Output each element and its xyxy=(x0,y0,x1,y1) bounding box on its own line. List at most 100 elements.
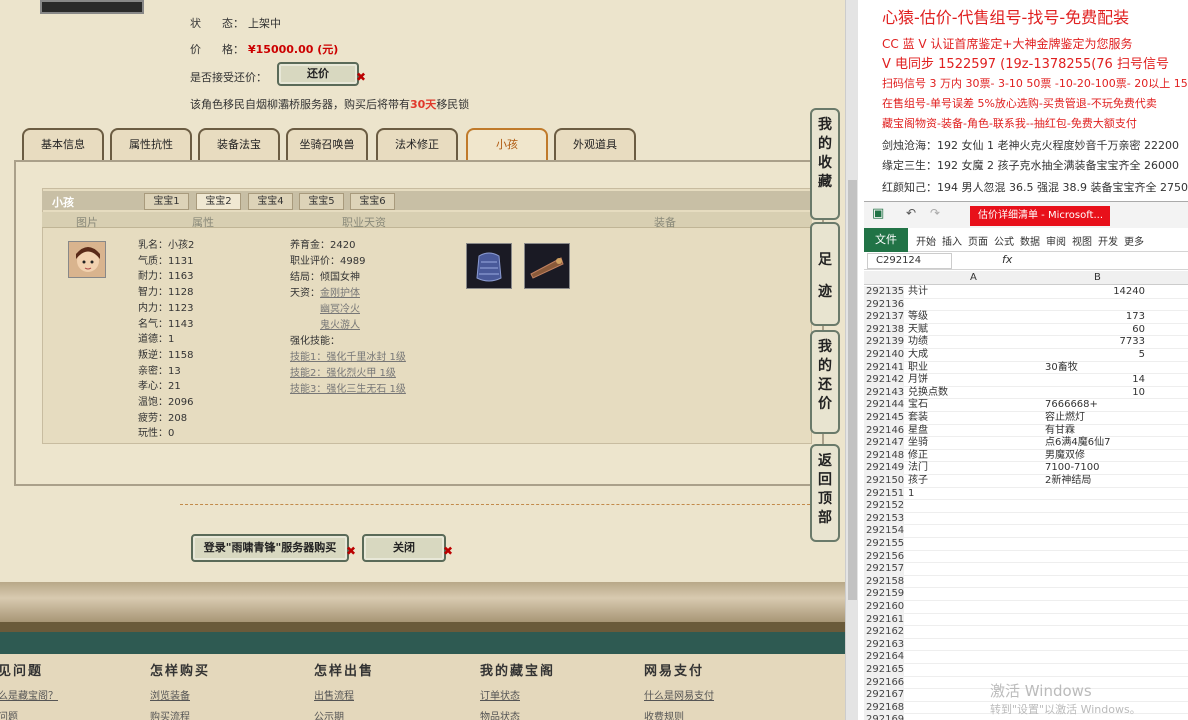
table-row[interactable]: 292141 职业 30畜牧 xyxy=(864,361,1188,375)
table-row[interactable]: 292154 xyxy=(864,525,1188,538)
table-row[interactable]: 292145 套装 容止燃灯 xyxy=(864,412,1188,425)
cell-b[interactable]: 2新神结局 xyxy=(1045,475,1145,488)
cell-a[interactable]: 宝石 xyxy=(908,399,928,412)
cell-a[interactable]: 等级 xyxy=(908,311,928,324)
table-row[interactable]: 292138 天赋 60 xyxy=(864,323,1188,337)
table-row[interactable]: 292160 xyxy=(864,601,1188,614)
row-number[interactable]: 292158 xyxy=(864,575,904,589)
menu-view[interactable]: 视图 xyxy=(1072,233,1092,248)
table-row[interactable]: 292164 xyxy=(864,651,1188,664)
cell-b[interactable]: 14240 xyxy=(1045,286,1145,299)
row-number[interactable]: 292142 xyxy=(864,374,904,387)
footer-link[interactable]: 出售流程 xyxy=(314,687,374,702)
table-row[interactable]: 292158 xyxy=(864,575,1188,589)
row-number[interactable]: 292160 xyxy=(864,601,904,614)
table-row[interactable]: 292159 xyxy=(864,588,1188,601)
table-row[interactable]: 292162 xyxy=(864,626,1188,639)
row-number[interactable]: 292136 xyxy=(864,298,904,312)
cell-b[interactable]: 173 xyxy=(1045,311,1145,324)
row-number[interactable]: 292135 xyxy=(864,286,904,299)
menu-review[interactable]: 审阅 xyxy=(1046,233,1066,248)
table-row[interactable]: 292135 共计 14240 xyxy=(864,286,1188,299)
row-number[interactable]: 292140 xyxy=(864,349,904,362)
footer-link[interactable]: 浏览装备 xyxy=(150,687,210,702)
equipment-slot-2[interactable] xyxy=(524,243,570,289)
menu-more[interactable]: 更多 xyxy=(1124,233,1144,248)
tab-attributes[interactable]: 属性抗性 xyxy=(110,128,192,162)
table-row[interactable]: 292153 xyxy=(864,512,1188,526)
footer-link[interactable]: 公示期 xyxy=(314,708,374,720)
save-icon[interactable]: ▣ xyxy=(872,206,884,221)
row-number[interactable]: 292151 xyxy=(864,487,904,501)
cell-a[interactable]: 天赋 xyxy=(908,324,928,337)
file-menu[interactable]: 文件 xyxy=(864,228,908,252)
cell-b[interactable]: 7666668+ xyxy=(1045,399,1145,412)
table-row[interactable]: 292144 宝石 7666668+ xyxy=(864,399,1188,412)
table-row[interactable]: 292163 xyxy=(864,638,1188,652)
subtab-baby5[interactable]: 宝宝5 xyxy=(299,193,344,210)
table-row[interactable]: 292151 1 xyxy=(864,487,1188,501)
row-number[interactable]: 292156 xyxy=(864,550,904,564)
row-number[interactable]: 292138 xyxy=(864,323,904,337)
cell-b[interactable]: 60 xyxy=(1045,324,1145,337)
table-row[interactable]: 292148 修正 男魔双修 xyxy=(864,449,1188,463)
skill-link[interactable]: 技能2：强化烈火甲 1级 xyxy=(290,366,406,382)
name-box[interactable]: C292124 xyxy=(867,253,952,269)
row-number[interactable]: 292165 xyxy=(864,664,904,677)
cell-a[interactable]: 共计 xyxy=(908,286,928,299)
footprint-button[interactable]: 足迹 xyxy=(810,222,840,326)
cell-b[interactable]: 男魔双修 xyxy=(1045,450,1145,463)
table-row[interactable]: 292142 月饼 14 xyxy=(864,374,1188,387)
table-row[interactable]: 292136 xyxy=(864,298,1188,312)
column-a-header[interactable]: A xyxy=(970,272,977,283)
tab-mounts[interactable]: 坐骑召唤兽 xyxy=(286,128,368,162)
scrollbar-thumb[interactable] xyxy=(848,180,857,600)
footer-link[interactable]: 订单状态 xyxy=(480,687,555,702)
cell-b[interactable]: 点6满4魔6仙7 xyxy=(1045,437,1145,450)
table-row[interactable]: 292146 星盘 有甘霖 xyxy=(864,424,1188,438)
row-number[interactable]: 292146 xyxy=(864,424,904,438)
row-number[interactable]: 292162 xyxy=(864,626,904,639)
row-number[interactable]: 292161 xyxy=(864,613,904,627)
cell-b[interactable]: 容止燃灯 xyxy=(1045,412,1145,425)
row-number[interactable]: 292166 xyxy=(864,676,904,690)
row-number[interactable]: 292152 xyxy=(864,500,904,513)
footer-link[interactable]: 收费规则 xyxy=(644,708,714,720)
row-number[interactable]: 292147 xyxy=(864,437,904,450)
table-row[interactable]: 292156 xyxy=(864,550,1188,564)
table-row[interactable]: 292147 坐骑 点6满4魔6仙7 xyxy=(864,437,1188,450)
row-number[interactable]: 292149 xyxy=(864,462,904,475)
subtab-baby1[interactable]: 宝宝1 xyxy=(144,193,189,210)
cell-a[interactable]: 套装 xyxy=(908,412,928,425)
cell-a[interactable]: 坐骑 xyxy=(908,437,928,450)
row-number[interactable]: 292159 xyxy=(864,588,904,601)
cell-a[interactable]: 功绩 xyxy=(908,336,928,349)
footer-link[interactable]: 购买流程 xyxy=(150,708,210,720)
cell-b[interactable]: 7100-7100 xyxy=(1045,462,1145,475)
row-number[interactable]: 292154 xyxy=(864,525,904,538)
row-number[interactable]: 292141 xyxy=(864,361,904,375)
table-row[interactable]: 292161 xyxy=(864,613,1188,627)
table-row[interactable]: 292165 xyxy=(864,664,1188,677)
row-number[interactable]: 292139 xyxy=(864,336,904,349)
talent-link[interactable]: 幽冥冷火 xyxy=(320,304,360,315)
footer-link[interactable]: 问题 xyxy=(0,708,58,720)
menu-home[interactable]: 开始 xyxy=(916,233,936,248)
column-b-header[interactable]: B xyxy=(1094,272,1101,283)
excel-window-title[interactable]: 估价详细清单 - Microsoft... xyxy=(970,206,1110,226)
skill-link[interactable]: 技能1：强化千里冰封 1级 xyxy=(290,350,406,366)
row-number[interactable]: 292150 xyxy=(864,475,904,488)
row-number[interactable]: 292168 xyxy=(864,701,904,715)
table-row[interactable]: 292155 xyxy=(864,538,1188,551)
cell-b[interactable]: 30畜牧 xyxy=(1045,362,1145,375)
menu-developer[interactable]: 开发 xyxy=(1098,233,1118,248)
menu-formula[interactable]: 公式 xyxy=(994,233,1014,248)
back-to-top-button[interactable]: 返回顶部 xyxy=(810,444,840,542)
footer-link[interactable]: 么是藏宝阁？ xyxy=(0,687,58,702)
bargain-button[interactable]: 还价 ✖ xyxy=(277,62,366,86)
cell-a[interactable]: 星盘 xyxy=(908,425,928,438)
table-row[interactable]: 292150 孩子 2新神结局 xyxy=(864,475,1188,488)
subtab-baby4[interactable]: 宝宝4 xyxy=(248,193,293,210)
menu-insert[interactable]: 插入 xyxy=(942,233,962,248)
row-number[interactable]: 292164 xyxy=(864,651,904,664)
